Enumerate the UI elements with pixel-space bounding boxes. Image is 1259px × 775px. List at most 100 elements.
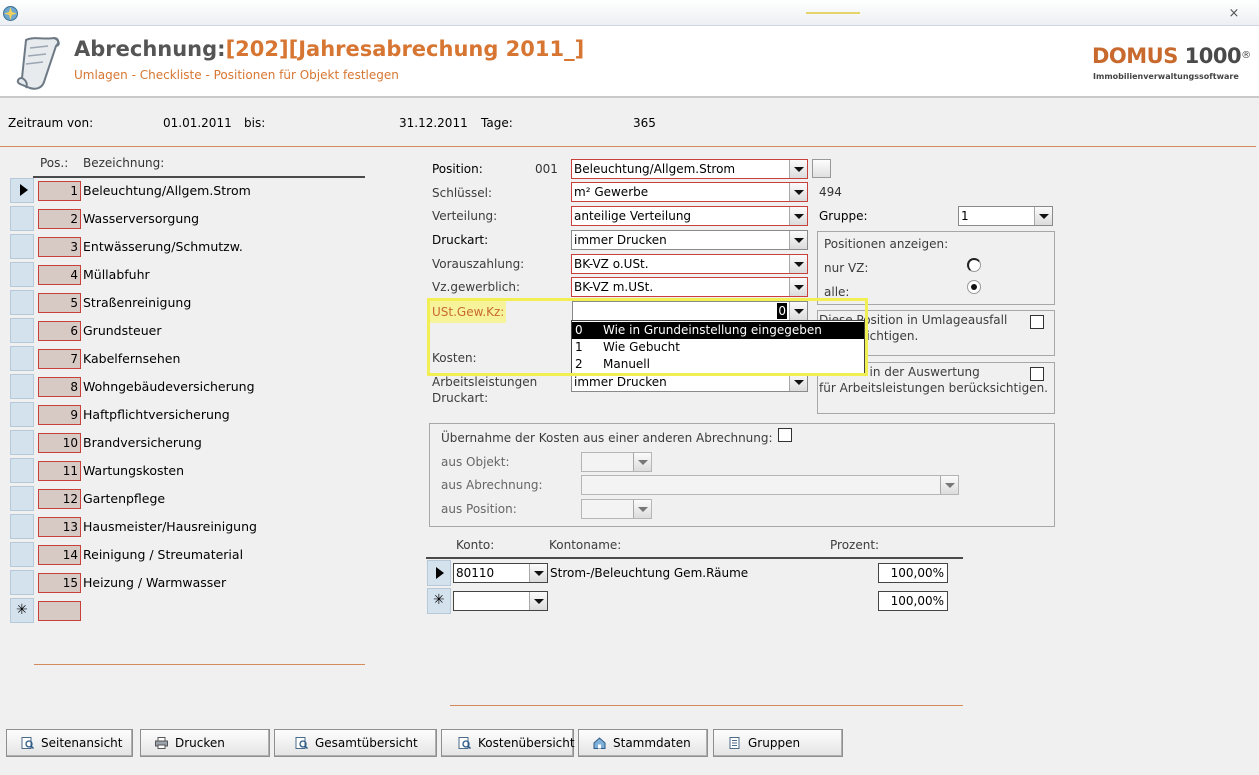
overview-icon — [295, 737, 308, 749]
list-row-pos[interactable]: 9 — [38, 405, 81, 425]
konto-select[interactable]: 80110 — [453, 563, 548, 583]
chevron-down-icon[interactable] — [789, 255, 807, 273]
gruppe-select[interactable]: 1 — [958, 206, 1053, 226]
close-window-icon[interactable]: × — [1226, 6, 1242, 22]
aus-abrechnung-select[interactable] — [581, 475, 959, 495]
position-select-value: Beleuchtung/Allgem.Strom — [574, 162, 736, 176]
aus-position-select[interactable] — [581, 499, 652, 519]
position-code: 001 — [535, 162, 558, 176]
nur-vz-label: nur VZ: — [824, 261, 869, 275]
list-row-selector[interactable] — [10, 206, 34, 231]
konto-new-select[interactable] — [453, 591, 548, 611]
logo-number: 1000 — [1184, 44, 1242, 68]
gruppen-button[interactable]: Gruppen — [713, 729, 843, 757]
list-row-selector[interactable] — [10, 178, 34, 203]
list-row-pos[interactable]: 15 — [38, 573, 81, 593]
list-row-pos[interactable]: 3 — [38, 237, 81, 257]
list-row-selector[interactable] — [10, 514, 34, 539]
list-row-name[interactable]: Beleuchtung/Allgem.Strom — [83, 181, 251, 201]
list-row-pos[interactable]: 13 — [38, 517, 81, 537]
list-row-selector[interactable] — [10, 374, 34, 399]
list-row-selector[interactable] — [10, 458, 34, 483]
list-row-selector[interactable] — [10, 402, 34, 427]
list-row-pos[interactable]: 1 — [38, 181, 81, 201]
konto-row-selector[interactable] — [427, 560, 451, 586]
stammdaten-button[interactable]: Stammdaten — [578, 729, 708, 757]
druckart-select[interactable]: immer Drucken — [571, 230, 808, 250]
konto-new-row-selector[interactable]: ✳ — [427, 588, 451, 614]
drucken-button[interactable]: Drucken — [140, 729, 270, 757]
gesamtuebersicht-button[interactable]: Gesamtübersicht — [274, 729, 437, 757]
list-row-selector[interactable] — [10, 570, 34, 595]
aus-objekt-select[interactable] — [581, 452, 652, 472]
list-row-name[interactable]: Wasserversorgung — [83, 209, 199, 229]
list-header-rule — [33, 176, 365, 178]
list-row-selector[interactable] — [10, 486, 34, 511]
chevron-down-icon[interactable] — [789, 278, 807, 296]
list-row-selector[interactable] — [10, 262, 34, 287]
list-row-name[interactable]: Straßenreinigung — [83, 293, 191, 313]
groups-icon — [729, 737, 740, 749]
chevron-down-icon[interactable] — [789, 160, 807, 178]
list-row-pos[interactable]: 11 — [38, 461, 81, 481]
chevron-down-icon[interactable] — [789, 183, 807, 201]
nur-vz-radio[interactable] — [967, 258, 981, 272]
chevron-down-icon[interactable] — [789, 207, 807, 225]
list-new-row-selector[interactable]: ✳ — [10, 598, 34, 623]
kostenuebersicht-button[interactable]: Kostenübersicht — [441, 729, 575, 757]
vzgewerblich-select[interactable]: BK-VZ m.USt. — [571, 277, 808, 297]
list-row-name[interactable]: Müllabfuhr — [83, 265, 150, 285]
chevron-down-icon[interactable] — [633, 453, 651, 471]
list-row-name[interactable]: Gartenpflege — [83, 489, 165, 509]
list-row-pos[interactable]: 7 — [38, 349, 81, 369]
seitenansicht-button[interactable]: Seitenansicht — [6, 729, 133, 757]
list-row-name[interactable]: Heizung / Warmwasser — [83, 573, 226, 593]
list-row-name[interactable]: Wartungskosten — [83, 461, 184, 481]
zeitraum-von-value: 01.01.2011 — [163, 116, 232, 130]
chevron-down-icon[interactable] — [789, 231, 807, 249]
list-row-name[interactable]: Hausmeister/Hausreinigung — [83, 517, 257, 537]
chevron-down-icon[interactable] — [1034, 207, 1052, 225]
list-row-selector[interactable] — [10, 234, 34, 259]
alle-radio[interactable] — [967, 280, 981, 294]
list-row-pos[interactable]: 12 — [38, 489, 81, 509]
list-row-name[interactable]: Wohngebäudeversicherung — [83, 377, 255, 397]
verteilung-select[interactable]: anteilige Verteilung — [571, 206, 808, 226]
list-row-name[interactable]: Reinigung / Streumaterial — [83, 545, 243, 565]
list-row-pos[interactable]: 5 — [38, 293, 81, 313]
position-extra-button[interactable] — [812, 159, 831, 178]
position-select[interactable]: Beleuchtung/Allgem.Strom — [571, 159, 808, 179]
list-row-name[interactable]: Grundsteuer — [83, 321, 161, 341]
list-row-selector[interactable] — [10, 290, 34, 315]
vorauszahlung-select[interactable]: BK-VZ o.USt. — [571, 254, 808, 274]
title-accent-line — [806, 12, 860, 14]
chevron-down-icon[interactable] — [633, 500, 651, 518]
list-row-name[interactable]: Entwässerung/Schmutzw. — [83, 237, 243, 257]
list-row-pos[interactable]: 6 — [38, 321, 81, 341]
list-row-pos[interactable]: 2 — [38, 209, 81, 229]
list-row-selector[interactable] — [10, 346, 34, 371]
prozent-field[interactable]: 100,00% — [878, 563, 948, 583]
list-row-selector[interactable] — [10, 318, 34, 343]
list-row-selector[interactable] — [10, 430, 34, 455]
list-row-pos[interactable]: 10 — [38, 433, 81, 453]
list-row-pos[interactable]: 4 — [38, 265, 81, 285]
auswertung-checkbox[interactable] — [1030, 367, 1044, 381]
uebernahme-checkbox[interactable] — [778, 428, 792, 442]
chevron-down-icon[interactable] — [940, 476, 958, 494]
arbeitsleistungen-druckart-value: immer Drucken — [574, 375, 667, 389]
schluessel-select[interactable]: m² Gewerbe — [571, 182, 808, 202]
list-row-pos[interactable]: 8 — [38, 377, 81, 397]
umlageausfall-checkbox[interactable] — [1030, 315, 1044, 329]
chevron-down-icon[interactable] — [529, 592, 547, 610]
list-row-pos[interactable]: 14 — [38, 545, 81, 565]
list-row-name[interactable]: Haftpflichtversicherung — [83, 405, 230, 425]
list-new-row-pos[interactable] — [38, 601, 81, 621]
prozent-new-field[interactable]: 100,00% — [878, 591, 948, 611]
schluessel-select-value: m² Gewerbe — [574, 185, 649, 199]
zeitraum-bis-value: 31.12.2011 — [399, 116, 468, 130]
chevron-down-icon[interactable] — [529, 564, 547, 582]
list-row-name[interactable]: Brandversicherung — [83, 433, 202, 453]
list-row-selector[interactable] — [10, 542, 34, 567]
list-row-name[interactable]: Kabelfernsehen — [83, 349, 180, 369]
